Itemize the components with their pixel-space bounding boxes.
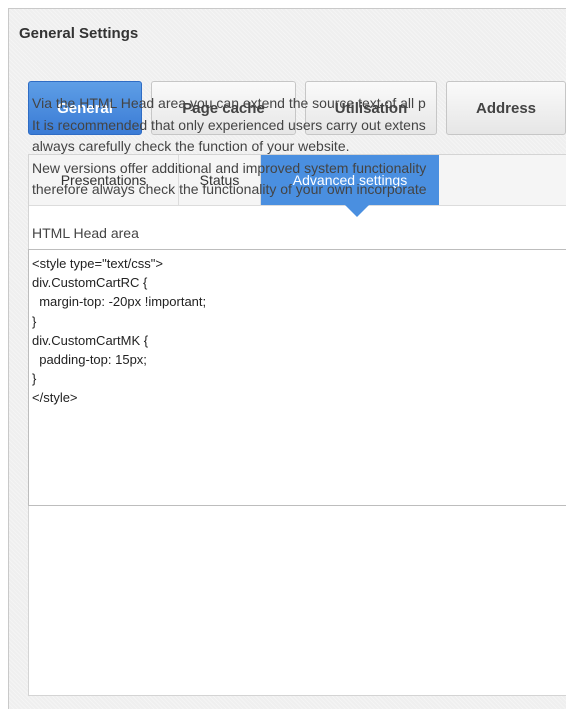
code-line: div.CustomCartRC { xyxy=(32,275,148,291)
html-head-area-textarea[interactable]: <style type="text/css"> div.CustomCartRC… xyxy=(28,249,566,506)
code-line: margin-top: -20px !important; xyxy=(32,294,207,310)
code-line: <style type="text/css"> xyxy=(32,256,163,271)
html-head-area-label: HTML Head area xyxy=(32,225,139,241)
code-line: padding-top: 15px; xyxy=(32,352,147,368)
code-line: </style> xyxy=(32,390,78,406)
description-text: Via the HTML Head area you can extend th… xyxy=(32,93,566,201)
description-line: therefore always check the functionality… xyxy=(32,181,427,197)
code-line: } xyxy=(32,313,37,329)
description-line: It is recommended that only experienced … xyxy=(32,116,426,133)
code-line: } xyxy=(32,371,37,387)
description-line: New versions offer additional and improv… xyxy=(32,159,427,176)
page-title: General Settings xyxy=(19,25,139,42)
code-line: div.CustomCartMK { xyxy=(32,332,149,348)
description-line: Via the HTML Head area you can extend th… xyxy=(32,95,426,111)
description-line: always carefully check the function of y… xyxy=(32,138,350,154)
active-subtab-pointer xyxy=(343,203,371,217)
